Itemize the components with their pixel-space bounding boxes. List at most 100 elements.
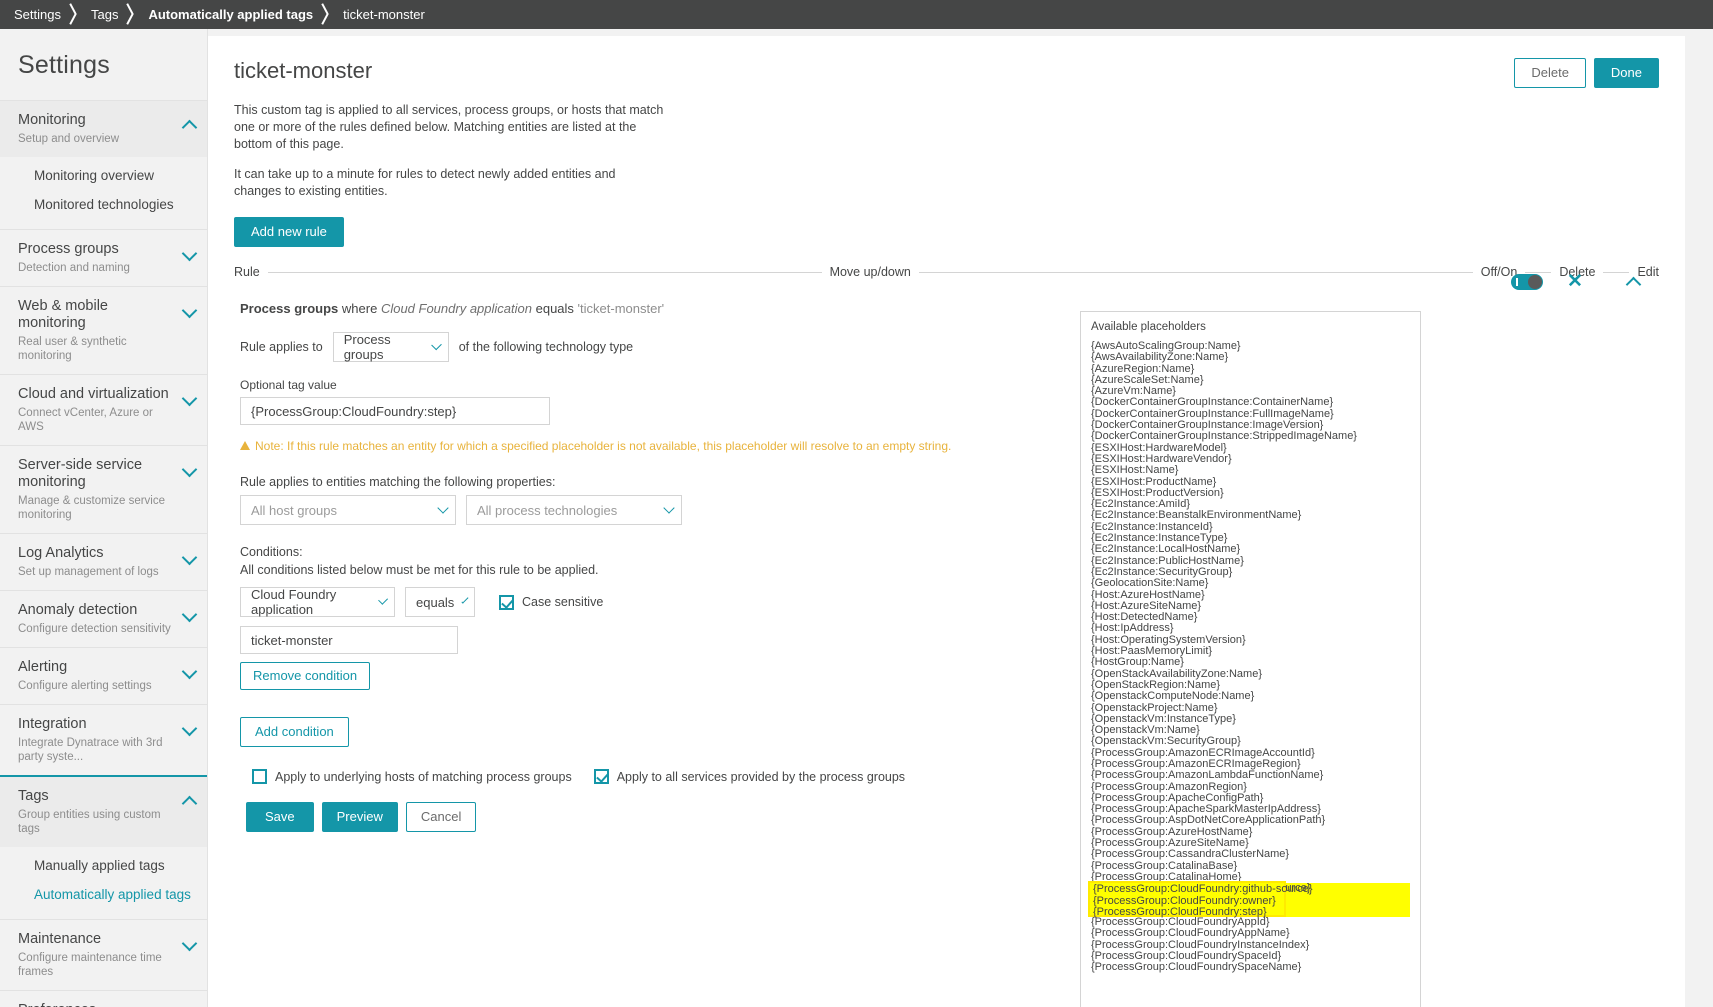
add-new-rule-button[interactable]: Add new rule <box>234 217 344 247</box>
sidebar-group-header-5[interactable]: Log Analytics Set up management of logs <box>0 534 207 590</box>
sidebar-item-automatically-applied-tags[interactable]: Automatically applied tags <box>0 880 207 909</box>
placeholder-item[interactable]: {AwsAvailabilityZone:Name} <box>1091 351 1410 363</box>
chevron-down-icon <box>437 502 449 514</box>
sidebar-group-title: Web & mobile monitoring <box>18 298 108 331</box>
rule-label: Rule <box>234 265 260 279</box>
placeholder-item[interactable]: {DockerContainerGroupInstance:StrippedIm… <box>1091 431 1410 443</box>
placeholder-item[interactable]: {OpenstackComputeNode:Name} <box>1091 690 1410 702</box>
sidebar-group-header-11[interactable]: PreferencesEnvironment settings <box>0 991 207 1007</box>
breadcrumb: Settings Tags Automatically applied tags… <box>0 0 1713 29</box>
collapse-rule-icon[interactable] <box>1607 274 1659 293</box>
placeholders-list[interactable]: {AwsAutoScalingGroup:Name} {AwsAvailabili… <box>1088 340 1410 974</box>
apply-hosts-checkbox[interactable] <box>252 769 267 784</box>
highlighted-placeholder-item[interactable]: {ProcessGroup:CloudFoundry:github-source… <box>1093 884 1313 896</box>
host-groups-value: All host groups <box>251 502 337 518</box>
breadcrumb-item-auto-tags[interactable]: Automatically applied tags <box>142 7 319 22</box>
sidebar-group-header-2[interactable]: Web & mobile monitoring Real user & synth… <box>0 287 207 374</box>
top-actions: Delete Done <box>1514 58 1659 88</box>
condition-operator-select[interactable]: equals <box>405 587 475 617</box>
placeholder-item[interactable]: {GeolocationSite:Name} <box>1091 577 1410 589</box>
rule-controls: ✕ <box>1511 272 1659 293</box>
rule-summary-operator: equals <box>535 301 574 316</box>
apply-options-row: Apply to underlying hosts of matching pr… <box>252 769 1659 784</box>
placeholder-item[interactable]: {ProcessGroup:CassandraClusterName} <box>1091 849 1410 861</box>
sidebar-group-header-7[interactable]: Alerting Configure alerting settings <box>0 648 207 704</box>
sidebar-group-header-8[interactable]: Integration Integrate Dynatrace with 3rd … <box>0 705 207 775</box>
sidebar-group-integration: Integration Integrate Dynatrace with 3rd … <box>0 704 207 775</box>
placeholder-item[interactable]: {ProcessGroup:AmazonLambdaFunctionName} <box>1091 769 1410 781</box>
condition-value-input[interactable]: ticket-monster <box>240 626 458 654</box>
placeholder-item[interactable]: {Ec2Instance:LocalHostName} <box>1091 544 1410 556</box>
add-condition-button[interactable]: Add condition <box>240 717 349 747</box>
sidebar-group-anomaly-detection: Anomaly detection Configure detection sen… <box>0 590 207 647</box>
sidebar-group-title: Integration <box>18 716 87 732</box>
description-secondary: It can take up to a minute for rules to … <box>234 167 616 198</box>
chevron-down-icon <box>461 596 469 604</box>
sidebar-group-subtitle: Real user & synthetic monitoring <box>18 336 127 362</box>
sidebar-group-header-4[interactable]: Server-side service monitoring Manage & c… <box>0 446 207 533</box>
cancel-button[interactable]: Cancel <box>405 802 477 832</box>
applies-to-select[interactable]: Process groups <box>332 332 449 362</box>
condition-attribute-value: Cloud Foundry application <box>251 587 337 617</box>
sidebar-group-alerting: Alerting Configure alerting settings <box>0 647 207 704</box>
sidebar-group-title: Maintenance <box>18 931 102 947</box>
placeholder-item[interactable]: {ESXIHost:Name} <box>1091 464 1410 476</box>
sidebar-item-monitoring-overview[interactable]: Monitoring overview <box>0 161 207 190</box>
placeholder-item[interactable]: {HostGroup:Name} <box>1091 657 1410 669</box>
chevron-down-icon <box>181 935 198 952</box>
breadcrumb-item-current: ticket-monster <box>343 7 425 22</box>
host-groups-select[interactable]: All host groups <box>240 495 456 525</box>
done-button[interactable]: Done <box>1593 58 1659 88</box>
remove-condition-button[interactable]: Remove condition <box>240 662 371 690</box>
chevron-down-icon <box>181 720 198 737</box>
sidebar-item-manually-applied-tags[interactable]: Manually applied tags <box>0 851 207 880</box>
sidebar-group-title: Alerting <box>18 659 68 675</box>
apply-services-checkbox[interactable] <box>593 769 609 784</box>
sidebar-subitems: Monitoring overview Monitored technologie… <box>0 157 207 229</box>
sidebar-group-header-3[interactable]: Cloud and virtualization Connect vCenter,… <box>0 375 207 445</box>
save-button[interactable]: Save <box>246 802 314 832</box>
delete-button[interactable]: Delete <box>1514 58 1586 88</box>
placeholder-item[interactable]: {OpenstackVm:SecurityGroup} <box>1091 736 1410 748</box>
rule-summary-attribute: Cloud Foundry application <box>380 301 532 316</box>
sidebar-group-header-6[interactable]: Anomaly detection Configure detection sen… <box>0 591 207 647</box>
sidebar-group-subtitle: Group entities using custom tags <box>18 809 161 835</box>
apply-services-label: Apply to all services provided by the pr… <box>616 769 906 784</box>
sidebar-group-server-side-service-monitoring: Server-side service monitoring Manage & c… <box>0 445 207 533</box>
process-tech-select[interactable]: All process technologies <box>466 495 682 525</box>
breadcrumb-item-tags[interactable]: Tags <box>85 7 124 22</box>
applies-to-label: Rule applies to <box>240 340 323 354</box>
conditions-label: Conditions: <box>240 545 303 559</box>
sidebar-group-title: Monitoring <box>18 112 86 128</box>
sidebar-group-tags: Tags Group entities using custom tags Manu… <box>0 775 207 919</box>
preview-button[interactable]: Preview <box>321 802 398 832</box>
case-sensitive-checkbox[interactable] <box>499 594 514 610</box>
sidebar-group-subtitle: Connect vCenter, Azure or AWS <box>18 407 153 433</box>
sidebar-item-monitored-technologies[interactable]: Monitored technologies <box>0 190 207 219</box>
sidebar-group-header-10[interactable]: Maintenance Configure maintenance time fr… <box>0 920 207 990</box>
sidebar-group-process-groups: Process groups Detection and naming <box>0 229 207 286</box>
case-sensitive-row: Case sensitive <box>499 594 604 610</box>
rule-enabled-toggle[interactable] <box>1511 274 1543 290</box>
rule-summary-value: 'ticket-monster' <box>577 301 665 316</box>
tag-value-input[interactable]: {ProcessGroup:CloudFoundry:step} <box>240 397 550 425</box>
sidebar-group-header-1[interactable]: Process groups Detection and naming <box>0 230 207 286</box>
chevron-up-icon <box>181 119 198 136</box>
process-tech-value: All process technologies <box>477 502 618 518</box>
sidebar-group-subtitle: Manage & customize service monitoring <box>18 495 166 521</box>
rule-form: Rule applies to Process groups of the fo… <box>240 326 1659 832</box>
delete-rule-icon[interactable]: ✕ <box>1543 272 1607 291</box>
sidebar-group-title: Preferences <box>18 1002 177 1007</box>
placeholder-item[interactable]: {ProcessGroup:CloudFoundrySpaceName} <box>1091 962 1410 974</box>
sidebar-group-subtitle: Set up management of logs <box>18 566 159 578</box>
case-sensitive-label: Case sensitive <box>522 595 604 609</box>
breadcrumb-separator-icon <box>321 0 335 29</box>
condition-row: Cloud Foundry application equals Case se… <box>240 587 1659 617</box>
sidebar-group-subtitle: Configure alerting settings <box>18 680 152 692</box>
sidebar-group-title: Tags <box>18 788 49 804</box>
sidebar-group-header-9[interactable]: Tags Group entities using custom tags <box>0 777 207 847</box>
breadcrumb-item-settings[interactable]: Settings <box>8 7 67 22</box>
condition-attribute-select[interactable]: Cloud Foundry application <box>240 587 395 617</box>
highlighted-placeholder-item[interactable]: {ProcessGroup:CloudFoundry:step} <box>1093 906 1281 918</box>
sidebar-group-header-0[interactable]: Monitoring Setup and overview <box>0 101 207 157</box>
